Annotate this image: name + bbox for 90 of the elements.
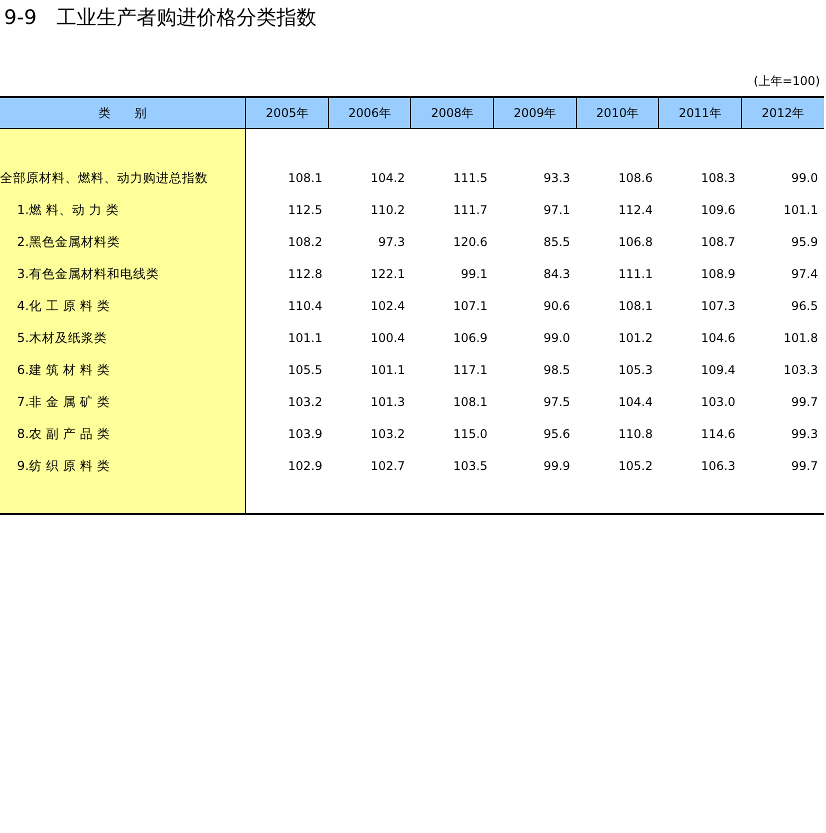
table-cell-text: 109.6 [700, 202, 736, 219]
column-header: 2005年 [246, 97, 328, 128]
row-label: 3.有色金属材料和电线类 [16, 266, 159, 282]
table-cell-text: 104.2 [370, 170, 406, 187]
table-cell: 105.5 [246, 354, 328, 386]
table-cell-text: 99.0 [542, 330, 572, 347]
table-cell-text: 102.7 [370, 458, 406, 475]
table-cell-text: 97.5 [542, 394, 572, 411]
table-cell: 101.1 [246, 322, 328, 354]
table-cell-text: 85.5 [542, 234, 572, 251]
table-cell-text: 90.6 [542, 298, 572, 315]
column-header: 2008年 [410, 97, 494, 128]
table-cell-text: 122.1 [370, 266, 406, 283]
table-cell-text: 111.7 [452, 202, 489, 219]
row-label: 9.纺 织 原 料 类 [16, 458, 110, 474]
table-cell-text: 98.5 [542, 362, 572, 379]
table-cell-text: 99.3 [790, 426, 819, 443]
table-cell-text: 108.6 [617, 170, 654, 187]
table-cell-text: 103.0 [700, 394, 736, 411]
table-cell-text: 107.1 [452, 298, 489, 315]
row-label: 6.建 筑 材 料 类 [16, 362, 110, 378]
column-header: 2009年 [494, 97, 576, 128]
table-cell-text: 106.8 [617, 234, 654, 251]
table-cell-text: 103.5 [452, 458, 489, 475]
table-cell-text: 99.1 [460, 266, 489, 283]
table-cell-text: 97.1 [542, 202, 572, 219]
table-cell-text: 95.6 [542, 426, 572, 443]
column-header: 2012年 [741, 97, 824, 128]
table-cell-text: 108.9 [700, 266, 736, 283]
table-cell-text: 101.2 [617, 330, 654, 347]
unit-note: (上年=100) [754, 73, 820, 90]
table-cell-text: 104.6 [700, 330, 736, 347]
table-cell-text: 108.1 [452, 394, 489, 411]
table-cell-text: 105.2 [617, 458, 654, 475]
table-cell-text: 115.0 [452, 426, 489, 443]
table-cell-text: 93.3 [542, 170, 572, 187]
table-cell: 112.8 [246, 258, 328, 290]
table-cell-text: 99.0 [790, 170, 819, 187]
table-cell: 108.1 [246, 162, 328, 194]
table-cell-text: 103.2 [370, 426, 406, 443]
table-cell-text: 96.5 [790, 298, 819, 315]
table-cell-text: 108.1 [617, 298, 654, 315]
table-cell-text: 106.9 [452, 330, 489, 347]
row-label: 2.黑色金属材料类 [16, 234, 120, 250]
row-label: 7.非 金 属 矿 类 [16, 394, 110, 410]
table-cell: 108.2 [246, 226, 328, 258]
table-cell: 103.2 [246, 386, 328, 418]
table-cell-text: 110.8 [617, 426, 654, 443]
table-cell-text: 101.1 [370, 362, 406, 379]
table-cell-text: 99.9 [542, 458, 572, 475]
table-cell-text: 117.1 [452, 362, 489, 379]
table-cell-text: 108.3 [700, 170, 736, 187]
row-label: 1.燃 料、动 力 类 [16, 202, 119, 218]
table-cell-text: 106.3 [700, 458, 736, 475]
table-cell-text: 99.7 [790, 394, 819, 411]
table-cell: 102.9 [246, 450, 328, 482]
table-title: 9-9 工业生产者购进价格分类指数 [3, 4, 318, 31]
table-cell-text: 108.7 [700, 234, 736, 251]
column-header: 2006年 [328, 97, 411, 128]
row-label: 4.化 工 原 料 类 [16, 298, 110, 314]
column-header: 类 别 [0, 97, 246, 128]
table-cell-text: 111.5 [452, 170, 489, 187]
column-header: 2011年 [658, 97, 742, 128]
table-cell-text: 120.6 [452, 234, 489, 251]
table-cell-text: 99.7 [790, 458, 819, 475]
table-cell-text: 101.3 [370, 394, 406, 411]
table-cell: 112.5 [246, 194, 328, 226]
table-cell-text: 114.6 [700, 426, 736, 443]
row-label: 5.木材及纸浆类 [16, 330, 107, 346]
table-cell-text: 97.3 [377, 234, 406, 251]
table-cell-text: 102.4 [370, 298, 406, 315]
table-cell-text: 84.3 [542, 266, 572, 283]
table-cell-text: 97.4 [790, 266, 819, 283]
table-cell-text: 112.4 [617, 202, 654, 219]
table-cell-text: 107.3 [700, 298, 736, 315]
column-header: 2010年 [576, 97, 659, 128]
row-label: 8.农 副 产 品 类 [16, 426, 110, 442]
table-cell-text: 101.8 [782, 330, 819, 347]
table-cell: 103.9 [246, 418, 328, 450]
table-cell: 110.4 [246, 290, 328, 322]
table-cell-text: 103.3 [782, 362, 819, 379]
table-cell-text: 105.3 [617, 362, 654, 379]
table-cell-text: 111.1 [617, 266, 654, 283]
row-label: 全部原材料、燃料、动力购进总指数 [0, 170, 208, 186]
table-cell-text: 101.1 [782, 202, 819, 219]
table-cell-text: 110.2 [370, 202, 406, 219]
table-cell-text: 109.4 [700, 362, 736, 379]
table-cell-text: 95.9 [790, 234, 819, 251]
table-cell-text: 104.4 [617, 394, 654, 411]
table-cell-text: 100.4 [370, 330, 406, 347]
